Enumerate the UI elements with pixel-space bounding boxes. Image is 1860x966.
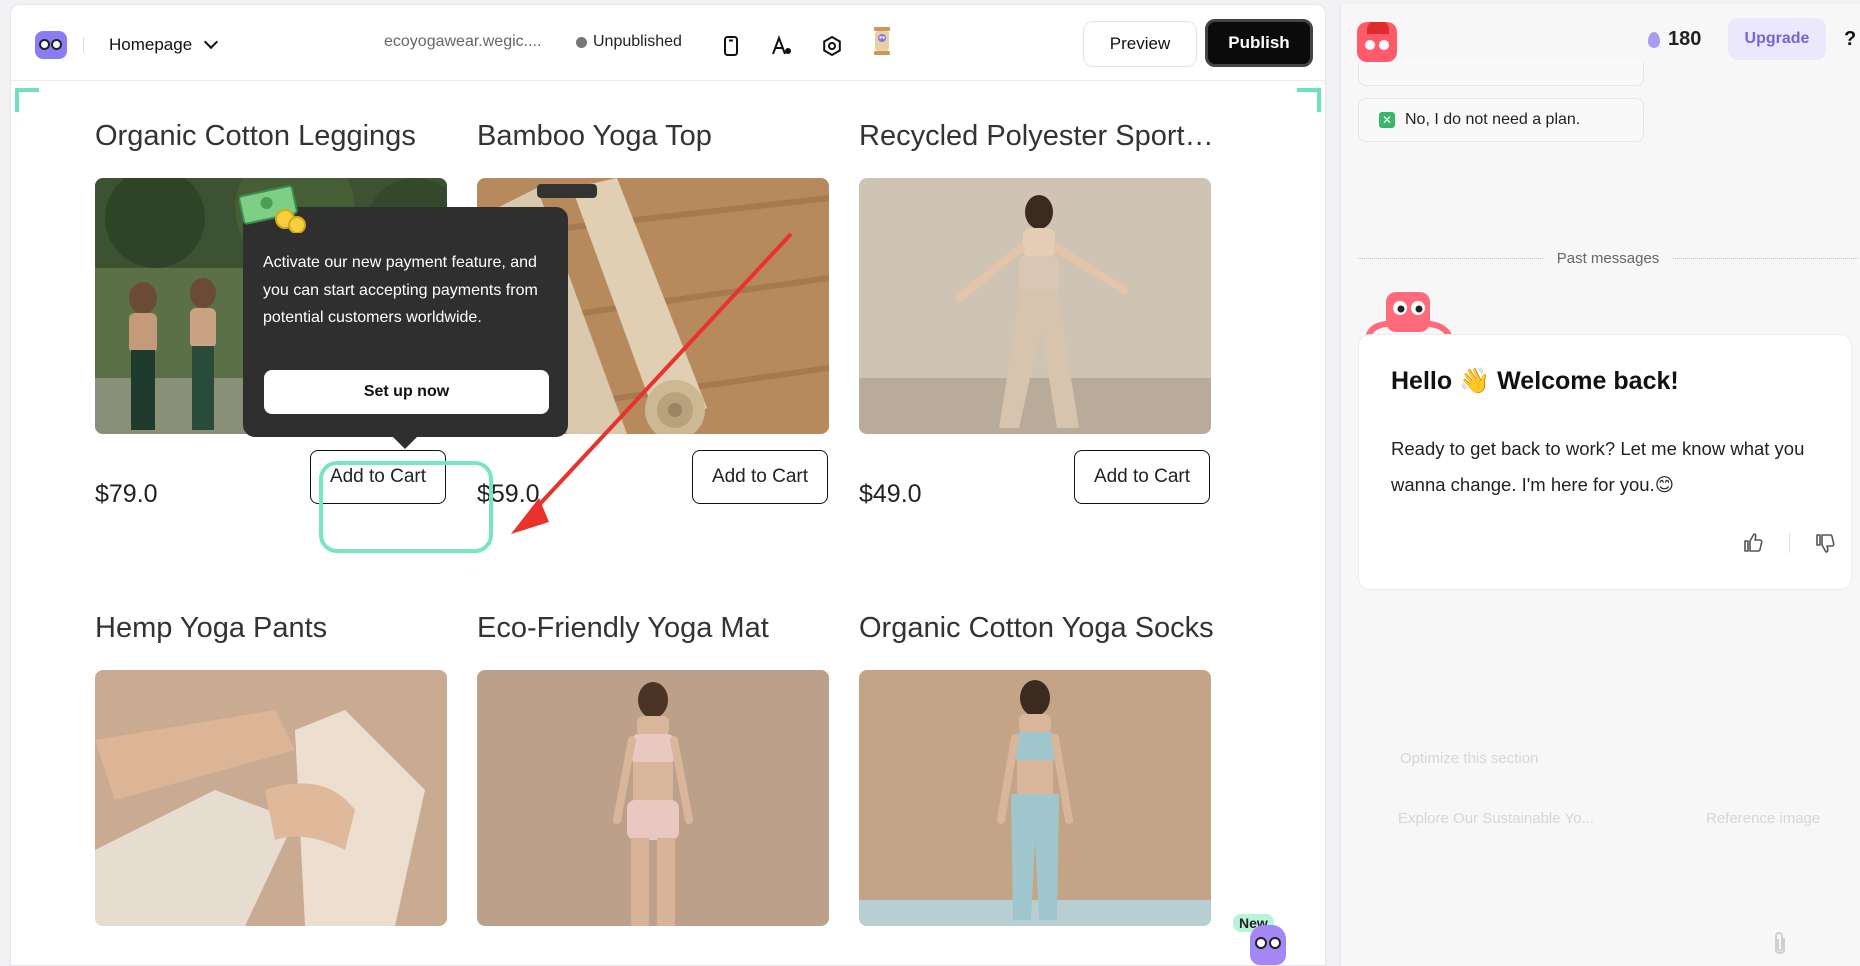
avatar-eye-right bbox=[1379, 40, 1389, 50]
mobile-icon bbox=[724, 36, 738, 56]
page-selector-label: Homepage bbox=[109, 35, 193, 54]
divider-line bbox=[1673, 258, 1859, 259]
mascot-eye-left bbox=[1255, 937, 1267, 949]
assistant-mascot-button[interactable] bbox=[1250, 925, 1286, 965]
assistant-robot-button[interactable] bbox=[867, 21, 897, 61]
annotation-arrow bbox=[511, 232, 793, 534]
preview-button[interactable]: Preview bbox=[1083, 21, 1197, 67]
publish-status: Unpublished bbox=[576, 33, 682, 51]
ghost-suggestion: Optimize this section bbox=[1400, 750, 1539, 767]
font-style-icon bbox=[772, 35, 791, 55]
credits-value: 180 bbox=[1668, 28, 1702, 50]
ghost-reference-image: Reference image bbox=[1706, 810, 1821, 827]
divider-line bbox=[1358, 258, 1543, 259]
editor-panel: Homepage ecoyogawear.wegic.... Unpublish… bbox=[10, 4, 1326, 966]
status-dot-icon bbox=[576, 36, 587, 48]
assistant-message-card: Hello 👋 Welcome back! Ready to get back … bbox=[1358, 334, 1852, 590]
thumbs-down-icon[interactable] bbox=[1813, 531, 1837, 555]
selection-corner-top-right bbox=[1297, 88, 1321, 112]
yoga-socks-photo bbox=[859, 670, 1211, 926]
sports-bra-photo bbox=[859, 178, 1211, 434]
robot-icon bbox=[874, 27, 890, 55]
credits-counter[interactable]: 180 bbox=[1648, 28, 1701, 51]
page-selector[interactable]: Homepage bbox=[109, 31, 219, 59]
add-to-cart-button[interactable]: Add to Cart bbox=[1074, 450, 1210, 504]
plan-option-label: No, I do not need a plan. bbox=[1405, 111, 1581, 128]
tooltip-pointer bbox=[393, 437, 417, 449]
gear-icon bbox=[823, 35, 841, 57]
money-icon bbox=[239, 185, 306, 233]
thumbs-up-icon[interactable] bbox=[1741, 531, 1765, 555]
message-greeting: Hello 👋 Welcome back! bbox=[1391, 367, 1679, 395]
product-name: Eco-Friendly Yoga Mat bbox=[477, 612, 769, 644]
past-messages-divider: Past messages bbox=[1358, 250, 1859, 267]
product-image[interactable] bbox=[859, 178, 1211, 434]
product-name: Bamboo Yoga Top bbox=[477, 120, 712, 152]
site-domain[interactable]: ecoyogawear.wegic.... bbox=[384, 33, 541, 51]
product-name: Recycled Polyester Sports... bbox=[859, 120, 1219, 152]
toolbar-divider bbox=[83, 37, 84, 53]
product-card[interactable]: Organic Cotton Leggings $79.0 Add to Car… bbox=[95, 120, 447, 508]
product-card[interactable]: Bamboo Yoga Top $59.0 Add to Cart bbox=[477, 120, 829, 508]
feedback-divider bbox=[1789, 533, 1790, 553]
help-button[interactable]: ? bbox=[1844, 28, 1856, 51]
product-image[interactable] bbox=[477, 670, 829, 926]
site-preview-canvas[interactable]: Organic Cotton Leggings $79.0 Add to Car… bbox=[11, 82, 1325, 965]
product-card[interactable]: Eco-Friendly Yoga Mat bbox=[477, 612, 829, 926]
chevron-down-icon bbox=[204, 34, 219, 50]
logo-eye-right bbox=[51, 39, 62, 50]
cross-mark-icon: ✕ bbox=[1379, 112, 1395, 128]
selection-corner-top-left bbox=[15, 88, 39, 112]
product-card[interactable]: Organic Cotton Yoga Socks bbox=[859, 612, 1214, 926]
publish-status-label: Unpublished bbox=[593, 33, 682, 50]
assistant-avatar[interactable] bbox=[1357, 22, 1397, 62]
logo-eye-left bbox=[39, 39, 50, 50]
editor-toolbar: Homepage ecoyogawear.wegic.... Unpublish… bbox=[11, 5, 1325, 81]
product-price: $79.0 bbox=[95, 480, 158, 508]
product-name: Organic Cotton Leggings bbox=[95, 120, 416, 152]
ghost-section-chip: Explore Our Sustainable Yo... bbox=[1398, 810, 1594, 827]
past-messages-label: Past messages bbox=[1556, 250, 1660, 267]
avatar-eye-left bbox=[1365, 40, 1375, 50]
paperclip-icon[interactable] bbox=[1770, 930, 1790, 958]
product-card[interactable]: Hemp Yoga Pants bbox=[95, 612, 447, 926]
santa-hat-icon bbox=[1367, 22, 1389, 34]
product-price: $49.0 bbox=[859, 480, 922, 508]
yoga-mat-model-photo bbox=[477, 670, 829, 926]
previous-option-card bbox=[1358, 62, 1644, 86]
product-name: Hemp Yoga Pants bbox=[95, 612, 328, 644]
upgrade-button[interactable]: Upgrade bbox=[1728, 18, 1826, 60]
plan-option[interactable]: ✕ No, I do not need a plan. bbox=[1358, 98, 1644, 142]
credit-drop-icon bbox=[1648, 31, 1660, 48]
product-image[interactable] bbox=[859, 670, 1211, 926]
product-name: Organic Cotton Yoga Socks bbox=[859, 612, 1214, 644]
settings-button[interactable] bbox=[817, 31, 847, 61]
theme-style-button[interactable] bbox=[767, 31, 797, 61]
product-card[interactable]: Recycled Polyester Sports... $49.0 Add t… bbox=[859, 120, 1219, 508]
hemp-pants-photo bbox=[95, 670, 447, 926]
app-logo[interactable] bbox=[35, 31, 67, 59]
highlight-ring bbox=[319, 461, 493, 553]
message-body: Ready to get back to work? Let me know w… bbox=[1391, 438, 1805, 495]
mobile-view-button[interactable] bbox=[716, 31, 746, 61]
mascot-eye-right bbox=[1269, 937, 1281, 949]
publish-button[interactable]: Publish bbox=[1205, 19, 1313, 67]
product-image[interactable] bbox=[95, 670, 447, 926]
